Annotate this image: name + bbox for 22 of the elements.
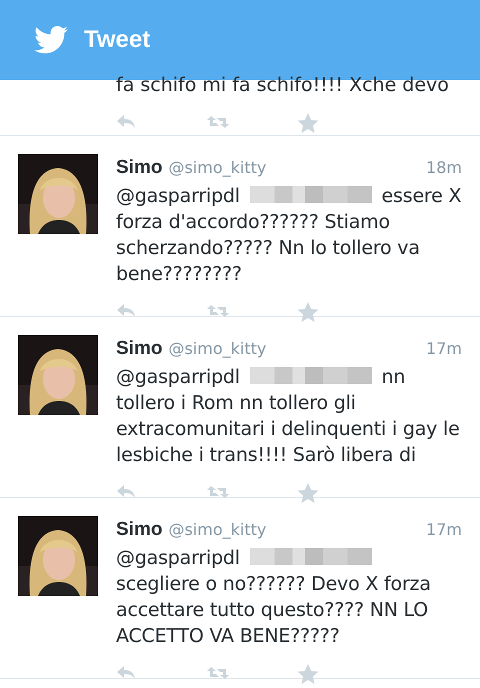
timestamp: 17m [426, 519, 462, 541]
tweet-text: @gasparripdl nn tollero i Rom nn tollero gli extracomunitari i delinquenti i gay le lesbiche i trans!!!! Sarò libera di [116, 364, 461, 468]
tweet-text: @gasparripdl scegliere o no?????? Devo X forza accettare tutto questo???? NN LO ACCETTO VA BENE????? [116, 546, 432, 648]
tweet-text: @gasparripdl essere X forza d'accordo?????? Stiamo scherzando????? Nn lo tollero va bene???????? [116, 184, 462, 286]
user-handle: @simo_kitty [168, 158, 266, 177]
timestamp: 17m [426, 338, 462, 360]
mention-link[interactable]: @gasparripdl [116, 366, 240, 388]
page-title: Tweet [84, 26, 150, 54]
mention-link[interactable]: @gasparripdl [116, 546, 240, 568]
favorite-button[interactable] [296, 482, 320, 504]
favorite-button[interactable] [296, 300, 320, 322]
tweet-text: fa schifo mi fa schifo!!!! Xche devo [116, 74, 450, 96]
bird-logo-icon [34, 26, 68, 54]
favorite-button[interactable] [296, 662, 320, 684]
user-name: Simo [116, 519, 162, 540]
favorite-button[interactable] [296, 112, 320, 134]
user-name: Simo [116, 338, 162, 359]
user-name: Simo [116, 157, 162, 178]
user-handle: @simo_kitty [168, 520, 266, 539]
mention-link[interactable]: @gasparripdl [116, 184, 240, 206]
user-handle: @simo_kitty [168, 339, 266, 358]
timestamp: 18m [426, 157, 462, 179]
